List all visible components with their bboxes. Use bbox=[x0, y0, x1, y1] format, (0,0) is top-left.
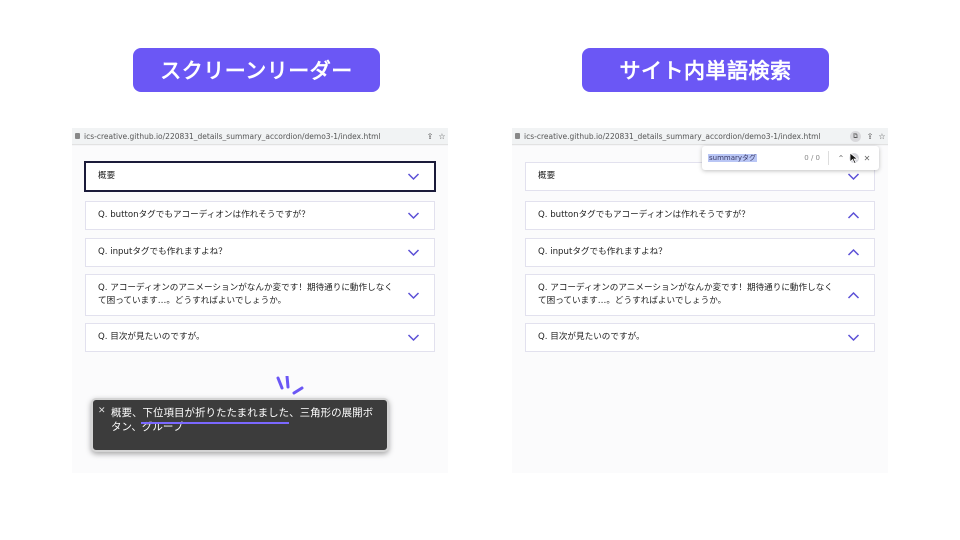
screen-reader-caption: ✕ 概要、下位項目が折りたたまれました、三角形の展開ボタン、グループ bbox=[91, 398, 389, 452]
share-icon[interactable]: ⇪ bbox=[424, 132, 436, 141]
address-bar[interactable]: ics-creative.github.io/220831_details_su… bbox=[512, 128, 888, 145]
screen-reader-browser: ics-creative.github.io/220831_details_su… bbox=[72, 128, 448, 473]
accordion-item-toc[interactable]: Q. 目次が見たいのですが。 bbox=[525, 323, 875, 352]
divider bbox=[828, 151, 829, 165]
lock-icon bbox=[515, 133, 520, 139]
star-icon[interactable]: ☆ bbox=[876, 132, 888, 141]
screen-reader-announcement: 概要、下位項目が折りたたまれました、三角形の展開ボタン、グループ bbox=[111, 407, 374, 433]
accordion-item-overview[interactable]: 概要 bbox=[84, 161, 436, 192]
announcement-highlight bbox=[141, 422, 289, 424]
accordion-summary: Q. 目次が見たいのですが。 bbox=[98, 331, 205, 342]
star-icon[interactable]: ☆ bbox=[436, 132, 448, 141]
accordion-item-toc[interactable]: Q. 目次が見たいのですが。 bbox=[85, 323, 435, 352]
accordion-summary: Q. inputタグでも作れますよね？ bbox=[538, 246, 667, 257]
url-text[interactable]: ics-creative.github.io/220831_details_su… bbox=[524, 132, 850, 141]
share-icon[interactable]: ⇪ bbox=[864, 132, 876, 141]
accordion-item-animation[interactable]: Q. アコーディオンのアニメーションがなんか変です！期待通りに動作しなくて困って… bbox=[85, 274, 435, 316]
chevron-down-icon bbox=[847, 170, 860, 183]
address-bar[interactable]: ics-creative.github.io/220831_details_su… bbox=[72, 128, 448, 145]
chevron-down-icon bbox=[407, 246, 420, 259]
lock-icon bbox=[75, 133, 80, 139]
chevron-up-icon bbox=[847, 246, 860, 259]
accordion-item-animation[interactable]: Q. アコーディオンのアニメーションがなんか変です！期待通りに動作しなくて困って… bbox=[525, 274, 875, 316]
match-count: 0 / 0 bbox=[804, 154, 820, 162]
accordion-summary: Q. buttonタグでもアコーディオンは作れそうですが？ bbox=[538, 209, 750, 220]
accordion-summary: Q. inputタグでも作れますよね？ bbox=[98, 246, 227, 257]
url-text[interactable]: ics-creative.github.io/220831_details_su… bbox=[84, 132, 424, 141]
accordion-summary: Q. アコーディオンのアニメーションがなんか変です！期待通りに動作しなくて困って… bbox=[538, 282, 833, 306]
accordion-summary: Q. アコーディオンのアニメーションがなんか変です！期待通りに動作しなくて困って… bbox=[98, 282, 393, 306]
close-find-button[interactable]: ✕ bbox=[861, 154, 873, 163]
find-query-text: summaryタグ bbox=[708, 154, 758, 162]
chevron-down-icon bbox=[407, 209, 420, 222]
chevron-down-icon bbox=[407, 289, 420, 302]
accordion-item-input[interactable]: Q. inputタグでも作れますよね？ bbox=[525, 238, 875, 267]
accordion-item-input[interactable]: Q. inputタグでも作れますよね？ bbox=[85, 238, 435, 267]
chevron-down-icon bbox=[407, 170, 420, 183]
accordion-item-button[interactable]: Q. buttonタグでもアコーディオンは作れそうですが？ bbox=[85, 201, 435, 230]
chevron-down-icon bbox=[847, 331, 860, 344]
chevron-up-icon bbox=[847, 289, 860, 302]
screen-reader-title: スクリーンリーダー bbox=[133, 48, 380, 92]
previous-match-button[interactable]: ⌃ bbox=[835, 154, 847, 163]
sparkle-icon bbox=[276, 376, 304, 395]
chevron-up-icon bbox=[847, 209, 860, 222]
accordion-summary: Q. buttonタグでもアコーディオンは作れそうですが？ bbox=[98, 209, 310, 220]
mouse-cursor-icon bbox=[849, 152, 859, 164]
chevron-down-icon bbox=[407, 331, 420, 344]
site-search-title: サイト内単語検索 bbox=[582, 48, 829, 92]
close-icon[interactable]: ✕ bbox=[98, 404, 106, 418]
accordion-item-button[interactable]: Q. buttonタグでもアコーディオンは作れそうですが？ bbox=[525, 201, 875, 230]
find-input[interactable]: summaryタグ bbox=[708, 153, 804, 163]
page-content: 概要 Q. buttonタグでもアコーディオンは作れそうですが？ Q. inpu… bbox=[512, 146, 888, 473]
accordion-summary: Q. 目次が見たいのですが。 bbox=[538, 331, 645, 342]
accordion-summary: 概要 bbox=[538, 170, 556, 181]
find-indicator-icon[interactable]: ⧉ bbox=[850, 130, 861, 142]
accordion-summary: 概要 bbox=[98, 170, 116, 181]
site-search-browser: ics-creative.github.io/220831_details_su… bbox=[512, 128, 888, 473]
